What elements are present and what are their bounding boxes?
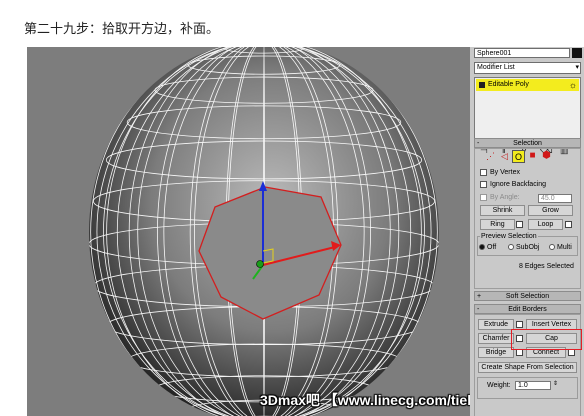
by-vertex-checkbox[interactable]: By Vertex — [480, 168, 520, 178]
element-subobject-icon[interactable]: ⬢ — [540, 150, 553, 163]
spinner-arrows-icon[interactable]: ⇕ — [553, 380, 558, 387]
connect-settings-button[interactable] — [568, 349, 575, 356]
modifier-list-label: Modifier List — [477, 64, 515, 71]
ring-spinner[interactable] — [516, 221, 523, 228]
expand-icon: + — [477, 293, 482, 300]
watermark-text: 3Dmax吧 【www.linecg.com/tieba/1771】 — [260, 392, 470, 408]
rollout-title: Edit Borders — [508, 306, 547, 313]
shrink-button[interactable]: Shrink — [480, 205, 525, 216]
weight-label: Weight: — [487, 382, 511, 389]
chevron-down-icon: ▾ — [575, 64, 579, 71]
polygon-subobject-icon[interactable]: ■ — [526, 150, 539, 163]
preview-off-radio[interactable]: Off — [479, 244, 496, 251]
extrude-settings-button[interactable] — [516, 321, 523, 328]
lightbulb-icon[interactable]: ☼ — [569, 79, 577, 91]
vertex-subobject-icon[interactable]: ⋰ — [484, 150, 497, 163]
expand-box-icon[interactable] — [479, 82, 485, 88]
by-angle-spinner[interactable]: 45.0 — [538, 194, 572, 203]
modifier-list-dropdown[interactable]: Modifier List ▾ — [474, 62, 581, 74]
perspective-viewport[interactable]: 3Dmax吧 【www.linecg.com/tieba/1771】 — [27, 47, 470, 416]
rollout-soft-selection-header[interactable]: + Soft Selection — [474, 291, 581, 301]
rollout-title: Selection — [513, 140, 542, 147]
weight-spinner[interactable]: 1.0 — [515, 381, 551, 390]
extrude-button[interactable]: Extrude — [478, 319, 514, 330]
cap-highlight-box — [511, 329, 582, 350]
loop-spinner[interactable] — [565, 221, 572, 228]
modify-command-panel: Sphere001 Modifier List ▾ Editable Poly … — [470, 47, 584, 416]
modifier-stack[interactable]: Editable Poly ☼ — [474, 77, 581, 141]
preview-subobj-radio[interactable]: SubObj — [508, 244, 539, 251]
by-angle-label: By Angle: — [490, 194, 520, 201]
border-subobject-icon[interactable]: O — [512, 150, 525, 163]
loop-button[interactable]: Loop — [528, 219, 563, 230]
selection-status: 8 Edges Selected — [519, 263, 574, 270]
preview-off-label: Off — [487, 244, 497, 251]
bridge-settings-button[interactable] — [516, 349, 523, 356]
grow-button[interactable]: Grow — [528, 205, 573, 216]
collapse-icon: - — [477, 140, 480, 147]
object-name-field[interactable]: Sphere001 — [474, 48, 570, 58]
rollout-title: Soft Selection — [505, 293, 550, 300]
create-shape-button[interactable]: Create Shape From Selection — [478, 362, 577, 373]
ignore-backfacing-checkbox[interactable]: Ignore Backfacing — [480, 180, 546, 190]
rollout-edit-borders-header[interactable]: - Edit Borders — [474, 304, 581, 314]
preview-multi-radio[interactable]: Multi — [549, 244, 572, 251]
preview-multi-label: Multi — [557, 244, 572, 251]
preview-selection-label: Preview Selection — [480, 233, 538, 240]
bridge-button[interactable]: Bridge — [478, 347, 514, 358]
ignore-backfacing-label: Ignore Backfacing — [490, 181, 547, 188]
step-caption: 第二十九步：拾取开方边，补面。 — [24, 22, 220, 37]
chamfer-button[interactable]: Chamfer — [478, 333, 514, 344]
edge-subobject-icon[interactable]: ◁ — [498, 150, 511, 163]
collapse-icon: - — [477, 306, 480, 313]
sphere-wireframe — [89, 47, 439, 416]
by-vertex-label: By Vertex — [490, 169, 520, 176]
object-color-swatch[interactable] — [572, 48, 582, 58]
stack-item-label: Editable Poly — [488, 81, 529, 88]
rollout-selection-header[interactable]: - Selection — [474, 138, 581, 148]
stack-item-editable-poly[interactable]: Editable Poly ☼ — [476, 79, 579, 91]
by-angle-checkbox[interactable]: By Angle: — [480, 193, 520, 203]
preview-subobj-label: SubObj — [516, 244, 540, 251]
ring-button[interactable]: Ring — [480, 219, 515, 230]
